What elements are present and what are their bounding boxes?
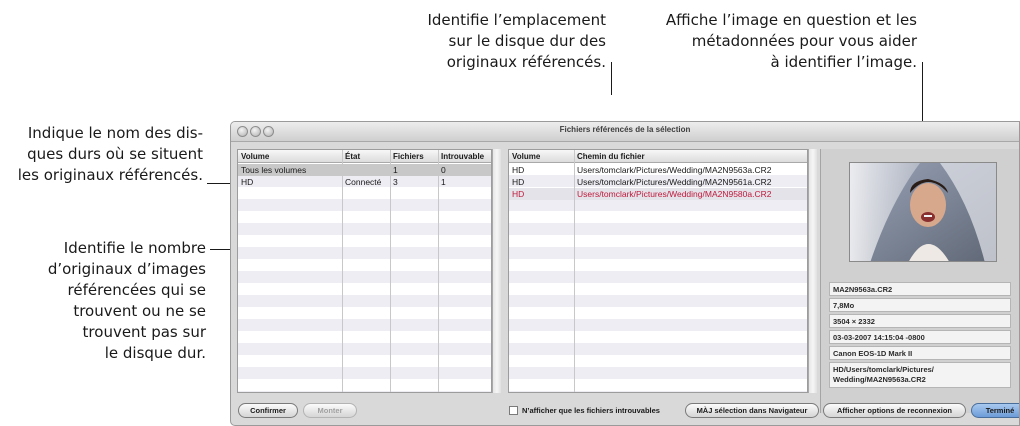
- column-header-volume[interactable]: Volume: [238, 150, 342, 163]
- metadata-file-size: 7,8Mo: [829, 298, 1011, 312]
- cell-volume: HD: [241, 177, 254, 187]
- cell-files: 1: [393, 165, 398, 175]
- callout-line: trouvent ou ne se: [73, 302, 206, 320]
- confirm-button[interactable]: Confirmer: [238, 403, 298, 418]
- table-row[interactable]: HD Connecté 3 1: [238, 176, 491, 188]
- column-header-files[interactable]: Fichiers: [390, 150, 438, 163]
- callout-line: originaux référencés.: [446, 53, 606, 71]
- cell-volume: HD: [512, 189, 525, 199]
- metadata-camera: Canon EOS-1D Mark II: [829, 346, 1011, 360]
- callout-line: métadonnées pour vous aider: [691, 32, 917, 50]
- metadata-path: HD/Users/tomclark/Pictures/ Wedding/MA2N…: [829, 362, 1011, 388]
- cell-file-path: Users/tomclark/Pictures/Wedding/MA2N9563…: [577, 165, 772, 175]
- callout-line: Identifie le nombre: [63, 239, 206, 257]
- callout-count: Identifie le nombre d’originaux d’images…: [0, 238, 206, 364]
- callout-line: trouvent pas sur: [82, 323, 206, 341]
- callout-line: sur le disque dur des: [448, 32, 606, 50]
- callout-preview: Affiche l’image en question et les métad…: [632, 10, 917, 73]
- volumes-scrollbar[interactable]: [492, 149, 501, 393]
- column-header-volume[interactable]: Volume: [509, 150, 574, 163]
- cell-file-path: Users/tomclark/Pictures/Wedding/MA2N9561…: [577, 177, 772, 187]
- volumes-table: Volume État Fichiers Introuvable Tous le…: [237, 149, 492, 393]
- cell-missing: 0: [441, 165, 446, 175]
- column-divider: [390, 150, 391, 392]
- callout-disks: Indique le nom des dis- ques durs où se …: [0, 123, 203, 186]
- callout-line: référencées qui se: [67, 281, 206, 299]
- column-divider: [342, 150, 343, 392]
- callout-line: le disque dur.: [104, 344, 206, 362]
- metadata-path-line: Wedding/MA2N9563a.CR2: [833, 375, 926, 384]
- reconnect-options-button[interactable]: Afficher options de reconnexion: [823, 403, 966, 418]
- callout-leader-location: [611, 62, 612, 95]
- update-selection-button[interactable]: MÀJ sélection dans Navigateur: [685, 403, 819, 418]
- only-missing-checkbox[interactable]: [509, 406, 518, 415]
- metadata-path-line: HD/Users/tomclark/Pictures/: [833, 365, 934, 374]
- cell-missing: 1: [441, 177, 446, 187]
- callout-line: les originaux référencés.: [17, 166, 203, 184]
- metadata-dimensions: 3504 × 2332: [829, 314, 1011, 328]
- table-header: Volume État Fichiers Introuvable: [238, 150, 491, 163]
- done-button[interactable]: Terminé: [971, 403, 1019, 418]
- callout-location: Identifie l’emplacement sur le disque du…: [382, 10, 606, 73]
- cell-state: Connecté: [345, 177, 382, 187]
- preview-panel: MA2N9563a.CR2 7,8Mo 3504 × 2332 03-03-20…: [820, 149, 1019, 413]
- title-bar[interactable]: Fichiers référencés de la sélection: [231, 122, 1019, 142]
- callout-line: Indique le nom des dis-: [27, 124, 203, 142]
- column-header-file-path[interactable]: Chemin du fichier: [574, 150, 807, 163]
- files-table: Volume Chemin du fichier HD Users/tomcla…: [508, 149, 808, 393]
- column-header-missing[interactable]: Introuvable: [438, 150, 491, 163]
- column-divider: [574, 150, 575, 392]
- table-row[interactable]: Tous les volumes 1 0: [238, 164, 491, 176]
- cell-file-path: Users/tomclark/Pictures/Wedding/MA2N9580…: [577, 189, 772, 199]
- table-row[interactable]: HD Users/tomclark/Pictures/Wedding/MA2N9…: [509, 164, 807, 176]
- cell-volume: HD: [512, 177, 525, 187]
- referenced-files-window: Fichiers référencés de la sélection Volu…: [230, 121, 1020, 426]
- metadata-date: 03-03-2007 14:15:04 -0800: [829, 330, 1011, 344]
- callout-line: Identifie l’emplacement: [427, 11, 606, 29]
- only-missing-label[interactable]: N’afficher que les fichiers introuvables: [522, 406, 660, 415]
- files-scrollbar[interactable]: [808, 149, 817, 393]
- column-divider: [438, 150, 439, 392]
- window-title: Fichiers référencés de la sélection: [559, 125, 691, 134]
- image-preview: [849, 162, 997, 262]
- callout-line: à identifier l’image.: [770, 53, 917, 71]
- table-header: Volume Chemin du fichier: [509, 150, 807, 163]
- callout-line: Affiche l’image en question et les: [665, 11, 917, 29]
- table-row-missing[interactable]: HD Users/tomclark/Pictures/Wedding/MA2N9…: [509, 188, 807, 200]
- cell-volume: HD: [512, 165, 525, 175]
- table-stripes: [238, 163, 491, 392]
- cell-state: [342, 164, 390, 176]
- metadata-filename: MA2N9563a.CR2: [829, 282, 1011, 296]
- show-button[interactable]: Monter: [303, 403, 357, 418]
- cell-files: 3: [393, 177, 398, 187]
- callout-line: ques durs où se situent: [27, 145, 203, 163]
- callout-line: d’originaux d’images: [47, 260, 206, 278]
- cell-volume: Tous les volumes: [241, 165, 307, 175]
- bride-photo-thumbnail: [850, 163, 996, 261]
- column-header-state[interactable]: État: [342, 150, 390, 163]
- table-row[interactable]: HD Users/tomclark/Pictures/Wedding/MA2N9…: [509, 176, 807, 188]
